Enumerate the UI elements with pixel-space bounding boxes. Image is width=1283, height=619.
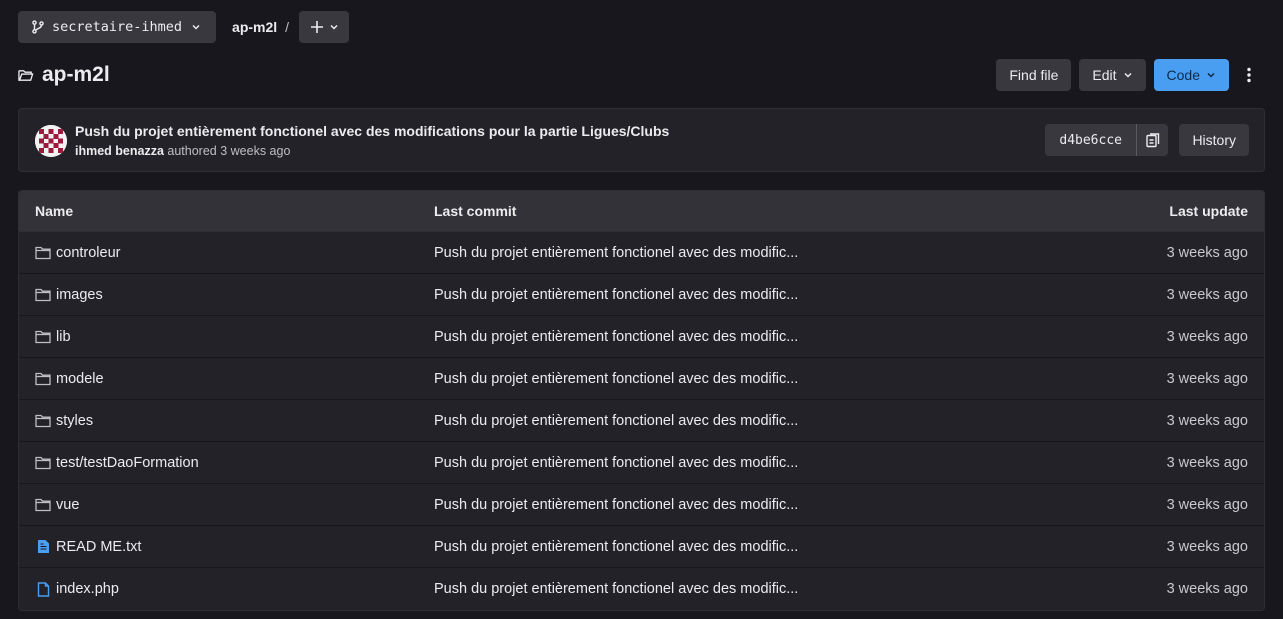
table-row[interactable]: vue Push du projet entièrement fonctione… <box>19 484 1264 526</box>
file-name-link[interactable]: vue <box>56 497 79 513</box>
header-actions: Find file Edit Code <box>996 59 1261 91</box>
history-label: History <box>1192 132 1236 148</box>
file-name-cell: images <box>19 287 434 303</box>
branch-selector[interactable]: secretaire-ihmed <box>18 11 217 43</box>
folder-icon <box>35 371 51 387</box>
table-row[interactable]: controleur Push du projet entièrement fo… <box>19 232 1264 274</box>
commit-sha-group: d4be6cce <box>1045 124 1168 156</box>
table-body: controleur Push du projet entièrement fo… <box>19 232 1264 610</box>
edit-button[interactable]: Edit <box>1079 59 1146 91</box>
folder-icon <box>35 497 51 513</box>
find-file-button[interactable]: Find file <box>996 59 1072 91</box>
breadcrumb-separator: / <box>285 19 290 35</box>
file-name-cell: vue <box>19 497 434 513</box>
file-name-cell: modele <box>19 371 434 387</box>
edit-label: Edit <box>1092 67 1117 83</box>
file-name-link[interactable]: lib <box>56 329 71 345</box>
add-button[interactable] <box>299 11 350 43</box>
more-actions-button[interactable] <box>1237 59 1261 91</box>
file-name-link[interactable]: modele <box>56 371 104 387</box>
last-update-time: 3 weeks ago <box>1166 412 1248 429</box>
last-commit-link[interactable]: Push du projet entièrement fonctionel av… <box>434 329 1064 345</box>
file-name-cell: index.php <box>19 581 434 597</box>
copy-icon <box>1145 132 1161 148</box>
folder-icon <box>35 245 51 261</box>
table-row[interactable]: styles Push du projet entièrement foncti… <box>19 400 1264 442</box>
last-update-time: 3 weeks ago <box>1166 496 1248 513</box>
chevron-down-icon <box>1123 67 1133 83</box>
last-commit-link[interactable]: Push du projet entièrement fonctionel av… <box>434 371 1064 387</box>
last-commit-link[interactable]: Push du projet entièrement fonctionel av… <box>434 455 1064 471</box>
file-name-cell: styles <box>19 413 434 429</box>
table-row[interactable]: images Push du projet entièrement foncti… <box>19 274 1264 316</box>
avatar[interactable] <box>35 125 67 157</box>
last-update-time: 3 weeks ago <box>1166 328 1248 345</box>
file-name-link[interactable]: test/testDaoFormation <box>56 455 199 471</box>
plus-icon <box>309 19 325 35</box>
code-button[interactable]: Code <box>1153 59 1229 91</box>
commit-author[interactable]: ihmed benazza <box>75 144 164 158</box>
file-name-link[interactable]: images <box>56 287 103 303</box>
top-bar: secretaire-ihmed ap-m2l / <box>18 11 350 43</box>
table-row[interactable]: modele Push du projet entièrement foncti… <box>19 358 1264 400</box>
find-file-label: Find file <box>1009 67 1059 83</box>
last-update-time: 3 weeks ago <box>1166 454 1248 471</box>
header-last-commit: Last commit <box>434 203 517 219</box>
copy-sha-button[interactable] <box>1136 124 1168 156</box>
branch-name: secretaire-ihmed <box>52 19 183 35</box>
header-name: Name <box>35 203 74 219</box>
last-update-time: 3 weeks ago <box>1166 370 1248 387</box>
last-update-time: 3 weeks ago <box>1166 538 1248 555</box>
folder-icon <box>35 413 51 429</box>
chevron-down-icon <box>188 19 204 35</box>
chevron-down-icon <box>1206 67 1216 83</box>
kebab-icon <box>1241 67 1257 83</box>
last-commit-link[interactable]: Push du projet entièrement fonctionel av… <box>434 245 1064 261</box>
folder-icon <box>35 329 51 345</box>
chevron-down-icon <box>329 19 339 35</box>
file-name-cell: controleur <box>19 245 434 261</box>
table-header: Name Last commit Last update <box>19 191 1264 232</box>
text-file-icon <box>35 539 51 555</box>
last-update-time: 3 weeks ago <box>1166 286 1248 303</box>
file-name-link[interactable]: controleur <box>56 245 120 261</box>
commit-sha[interactable]: d4be6cce <box>1045 124 1136 156</box>
file-name-link[interactable]: styles <box>56 413 93 429</box>
branch-icon <box>30 19 46 35</box>
file-name-cell: lib <box>19 329 434 345</box>
file-name-link[interactable]: index.php <box>56 581 119 597</box>
file-name-link[interactable]: READ ME.txt <box>56 539 141 555</box>
commit-meta: ihmed benazza authored 3 weeks ago <box>75 144 290 158</box>
history-button[interactable]: History <box>1179 124 1249 156</box>
commit-message[interactable]: Push du projet entièrement fonctionel av… <box>75 123 669 139</box>
header-last-update: Last update <box>1169 203 1248 219</box>
table-row[interactable]: lib Push du projet entièrement fonctione… <box>19 316 1264 358</box>
last-commit-link[interactable]: Push du projet entièrement fonctionel av… <box>434 413 1064 429</box>
folder-icon <box>35 455 51 471</box>
last-update-time: 3 weeks ago <box>1166 581 1248 597</box>
page-header: ap-m2l <box>18 60 110 90</box>
folder-icon <box>35 287 51 303</box>
file-table: Name Last commit Last update controleur … <box>18 190 1265 611</box>
file-name-cell: READ ME.txt <box>19 539 434 555</box>
page-title: ap-m2l <box>42 63 110 86</box>
last-commit-link[interactable]: Push du projet entièrement fonctionel av… <box>434 287 1064 303</box>
table-row[interactable]: test/testDaoFormation Push du projet ent… <box>19 442 1264 484</box>
last-commit-link[interactable]: Push du projet entièrement fonctionel av… <box>434 497 1064 513</box>
file-name-cell: test/testDaoFormation <box>19 455 434 471</box>
last-commit-link[interactable]: Push du projet entièrement fonctionel av… <box>434 581 1064 597</box>
folder-open-icon <box>18 67 34 83</box>
table-row[interactable]: READ ME.txt Push du projet entièrement f… <box>19 526 1264 568</box>
file-icon <box>35 581 51 597</box>
last-update-time: 3 weeks ago <box>1166 244 1248 261</box>
last-commit-panel: Push du projet entièrement fonctionel av… <box>18 108 1265 172</box>
last-commit-link[interactable]: Push du projet entièrement fonctionel av… <box>434 539 1064 555</box>
commit-authored-time: authored 3 weeks ago <box>167 144 291 158</box>
breadcrumb-project[interactable]: ap-m2l <box>232 19 277 35</box>
table-row[interactable]: index.php Push du projet entièrement fon… <box>19 568 1264 610</box>
code-label: Code <box>1166 67 1200 83</box>
